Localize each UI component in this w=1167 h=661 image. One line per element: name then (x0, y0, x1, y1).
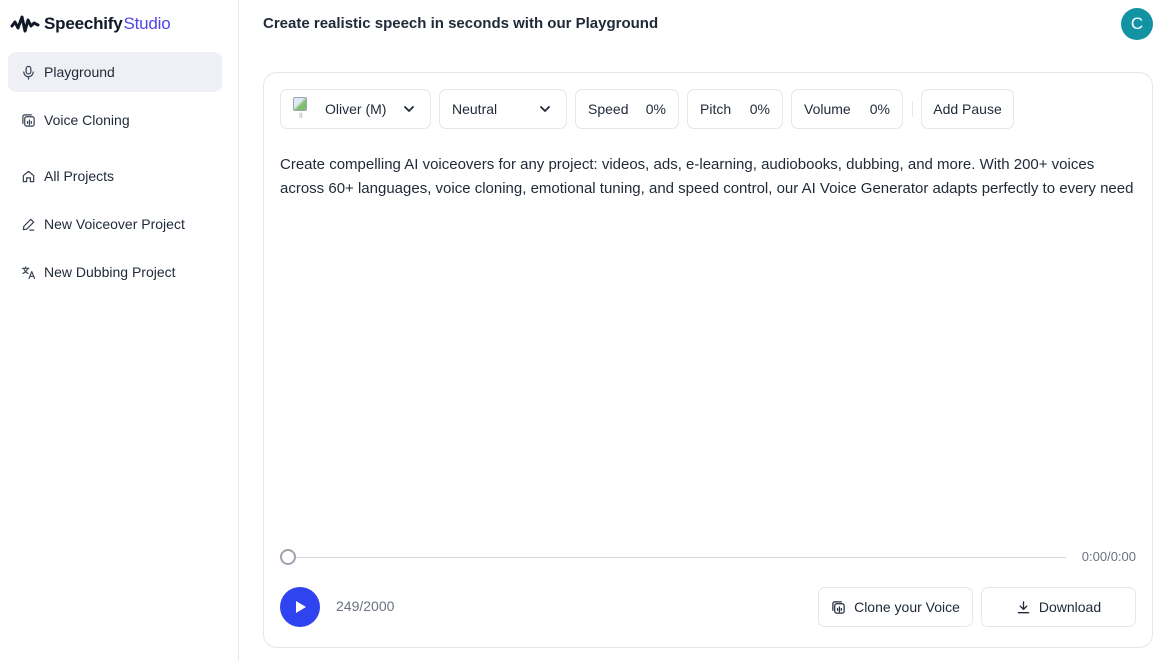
avatar[interactable]: C (1121, 8, 1153, 40)
playground-card: Il Oliver (M) Neutral Speed 0% Pitch 0% … (263, 72, 1153, 648)
download-button[interactable]: Download (981, 587, 1136, 627)
sidebar-item-playground[interactable]: Playground (8, 52, 222, 92)
voice-select-value: Oliver (M) (325, 101, 387, 117)
speechify-logo-icon (10, 15, 40, 33)
speed-control[interactable]: Speed 0% (575, 89, 679, 129)
sidebar-item-label: New Voiceover Project (44, 216, 185, 232)
download-icon (1017, 600, 1030, 613)
play-button[interactable] (280, 587, 320, 627)
audio-progress-handle[interactable] (280, 549, 296, 565)
clone-button-label: Clone your Voice (854, 599, 960, 615)
pitch-label: Pitch (700, 101, 732, 117)
play-icon (296, 601, 306, 613)
sidebar: Speechify Studio Playground Voice Clonin… (0, 0, 239, 661)
download-button-label: Download (1038, 599, 1102, 615)
translate-icon (20, 264, 36, 280)
emotion-select-value: Neutral (452, 101, 498, 117)
audio-time: 0:00/0:00 (1081, 549, 1136, 564)
voice-clone-icon (20, 112, 36, 128)
sidebar-item-new-voiceover-project[interactable]: New Voiceover Project (8, 204, 222, 244)
sidebar-item-voice-cloning[interactable]: Voice Cloning (8, 100, 222, 140)
sidebar-item-label: All Projects (44, 168, 115, 184)
toolbar-divider (912, 101, 913, 117)
sidebar-item-label: Playground (44, 64, 115, 80)
voice-select[interactable]: Il Oliver (M) (280, 89, 431, 129)
pen-icon (20, 216, 36, 232)
clone-your-voice-button[interactable]: Clone your Voice (818, 587, 973, 627)
emotion-select[interactable]: Neutral (439, 89, 567, 129)
volume-label: Volume (804, 101, 851, 117)
brand-suffix: Studio (123, 14, 171, 33)
audio-progress-track[interactable] (288, 557, 1066, 558)
page-title: Create realistic speech in seconds with … (263, 15, 659, 32)
sidebar-item-label: New Dubbing Project (44, 264, 176, 280)
volume-control[interactable]: Volume 0% (791, 89, 903, 129)
voice-avatar-image: Il (293, 97, 313, 121)
sidebar-item-label: Voice Cloning (44, 112, 130, 128)
chevron-down-icon (404, 106, 414, 112)
voice-clone-icon (832, 600, 845, 614)
microphone-icon (20, 64, 36, 80)
brand-name: Speechify (44, 14, 123, 33)
pitch-value: 0% (749, 101, 770, 117)
character-count: 249/2000 (336, 598, 395, 614)
speed-label: Speed (588, 101, 629, 117)
volume-value: 0% (869, 101, 890, 117)
voice-avatar-alt: Il (299, 113, 303, 120)
pitch-control[interactable]: Pitch 0% (687, 89, 783, 129)
chevron-down-icon (540, 106, 550, 112)
broken-image-icon (293, 97, 307, 111)
speed-value: 0% (645, 101, 666, 117)
add-pause-button[interactable]: Add Pause (921, 89, 1014, 129)
sidebar-item-all-projects[interactable]: All Projects (8, 156, 222, 196)
home-icon (20, 168, 36, 184)
sidebar-item-new-dubbing-project[interactable]: New Dubbing Project (8, 252, 222, 292)
script-text-editor[interactable]: Create compelling AI voiceovers for any … (280, 153, 1140, 201)
logo[interactable]: Speechify Studio (10, 12, 171, 36)
